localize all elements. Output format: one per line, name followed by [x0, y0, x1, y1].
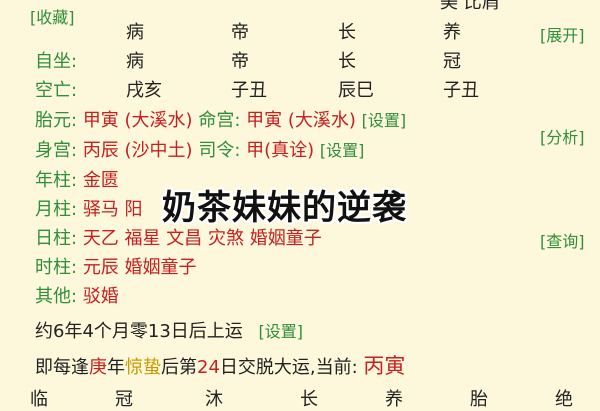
rizhu-item: 婚姻童子 [249, 228, 322, 249]
shizhu-item: 元辰 [82, 257, 119, 278]
rizhu-item: 天乙 [82, 228, 119, 249]
jiaoyun-text: 即每逢 [35, 357, 89, 378]
yuezhu-item: 驿马 [82, 199, 119, 220]
taiyuan-row: 胎元: 甲寅 (大溪水) 命宫: 甲寅 (大溪水) [设置] [35, 110, 406, 132]
rizhu-item: 文昌 [166, 228, 203, 249]
bottom-partial-cell: 冠 [115, 389, 133, 410]
zizuo-cell: 冠 [443, 51, 461, 72]
jiaoyun-text: 年 [107, 357, 125, 378]
jiaoyun-current: 丙寅 [363, 354, 406, 378]
changsheng-cell: 帝 [231, 22, 249, 43]
jiaoyun-year: 庚 [89, 357, 107, 378]
jiaoyun-text: 后第 [161, 357, 197, 378]
qiyun-row: 约6年4个月零13日后上运 [设置] [35, 321, 303, 343]
nianzhu-item: 金匮 [82, 170, 119, 191]
bottom-partial-cell: 长 [300, 389, 318, 410]
kongwang-cell: 子丑 [443, 80, 479, 101]
jiaoyun-row: 即每逢庚年惊蛰后第24日交脱大运,当前: 丙寅 [35, 355, 405, 379]
bottom-partial-cell: 临 [30, 389, 48, 410]
overlay-title: 奶茶妹妹的逆袭 [162, 188, 407, 228]
kongwang-cell: 子丑 [231, 80, 267, 101]
shizhu-row: 时柱: 元辰 婚姻童子 [35, 257, 197, 279]
changsheng-cell: 养 [443, 22, 461, 43]
expand-link[interactable]: [展开] [540, 22, 585, 46]
bottom-partial-cell: 沐 [205, 389, 223, 410]
qita-label: 其他: [35, 286, 78, 307]
shizhu-item: 婚姻童子 [124, 257, 197, 278]
yuezhu-item: 阳 [124, 199, 143, 220]
siling-settings-link[interactable]: [设置] [320, 141, 365, 160]
shengong-label: 身宫: [35, 140, 78, 161]
zizuo-label: 自坐: [35, 51, 78, 72]
qiyun-text: 约6年4个月零13日后上运 [35, 321, 243, 342]
minggong-settings-link[interactable]: [设置] [362, 111, 407, 130]
analyze-link[interactable]: [分析] [540, 124, 585, 148]
zizuo-cell: 长 [338, 51, 356, 72]
rizhu-label: 日柱: [35, 228, 78, 249]
bottom-partial-cell: 绝 [555, 389, 573, 410]
bottom-partial-cell: 胎 [470, 389, 488, 410]
yuezhu-row: 月柱: 驿马 阳 [35, 199, 143, 221]
shizhu-label: 时柱: [35, 257, 78, 278]
changsheng-cell: 病 [126, 22, 144, 43]
bottom-partial-cell: 养 [385, 389, 403, 410]
query-link[interactable]: [查询] [540, 228, 585, 252]
kongwang-label: 空亡: [35, 80, 78, 101]
rizhu-item: 灾煞 [208, 228, 245, 249]
shengong-row: 身宫: 丙辰 (沙中土) 司令: 甲(真诠) [设置] [35, 140, 364, 162]
qita-row: 其他: 驳婚 [35, 286, 119, 308]
jiaoyun-text: 日交脱大运,当前: [219, 357, 364, 378]
siling-value: 甲(真诠) [246, 140, 315, 161]
zizuo-cell: 帝 [231, 51, 249, 72]
minggong-label: 命宫: [198, 110, 241, 131]
minggong-value: 甲寅 (大溪水) [246, 110, 356, 131]
nianzhu-label: 年柱: [35, 170, 78, 191]
qita-item: 驳婚 [82, 286, 119, 307]
collect-link[interactable]: [收藏] [30, 4, 75, 28]
siling-label: 司令: [198, 140, 241, 161]
jiaoyun-day: 24 [197, 357, 220, 378]
jiaoyun-jieqi: 惊蛰 [125, 357, 161, 378]
kongwang-cell: 辰巳 [338, 80, 374, 101]
shengong-value: 丙辰 (沙中土) [82, 140, 193, 161]
rizhu-row: 日柱: 天乙 福星 文昌 灾煞 婚姻童子 [35, 228, 322, 250]
changsheng-cell: 长 [338, 22, 356, 43]
yuezhu-label: 月柱: [35, 199, 78, 220]
rizhu-item: 福星 [124, 228, 161, 249]
taiyuan-label: 胎元: [35, 110, 78, 131]
qiyun-settings-link[interactable]: [设置] [259, 322, 304, 341]
zizuo-cell: 病 [126, 51, 144, 72]
taiyuan-value: 甲寅 (大溪水) [82, 110, 193, 131]
top-partial-text: 美 比肩 [440, 0, 500, 13]
nianzhu-row: 年柱: 金匮 [35, 170, 119, 192]
kongwang-cell: 戌亥 [126, 80, 162, 101]
